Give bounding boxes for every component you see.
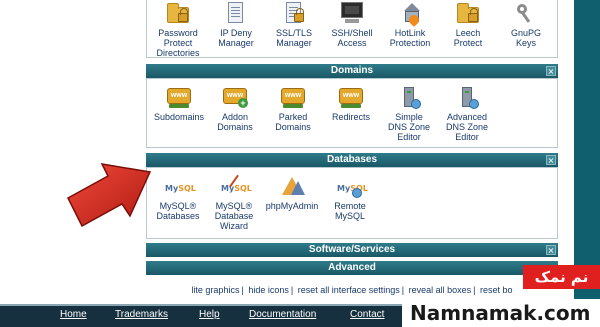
- security-panel: Password Protect Directories IP Deny Man…: [146, 0, 558, 58]
- gnupg-keys-label: GnuPG Keys: [510, 28, 541, 48]
- ssh-shell-access-label: SSH/Shell Access: [331, 28, 373, 48]
- terminal-monitor-icon: [339, 1, 365, 25]
- addon-domains-item[interactable]: www + Addon Domains: [205, 85, 265, 132]
- advanced-title: Advanced: [328, 262, 376, 273]
- databases-title: Databases: [326, 154, 378, 165]
- interface-options-links: lite graphics | hide icons | reset all int…: [191, 285, 513, 295]
- databases-header[interactable]: Databases: [146, 153, 558, 167]
- phpmyadmin-label: phpMyAdmin: [265, 201, 319, 211]
- www-parked-icon: www: [280, 85, 306, 109]
- phpmyadmin-icon: [279, 174, 305, 198]
- phpmyadmin-item[interactable]: phpMyAdmin: [263, 174, 321, 211]
- mysql-wizard-icon: MySQL: [221, 174, 252, 198]
- lock-certificate-icon: [281, 1, 307, 25]
- subdomains-label: Subdomains: [153, 112, 205, 122]
- software-services-title: Software/Services: [308, 244, 396, 255]
- folder-lock-icon: [165, 1, 191, 25]
- dns-tower-icon: [396, 85, 422, 109]
- mysql-databases-item[interactable]: MySQL MySQL® Databases: [149, 174, 207, 221]
- domains-panel: www Subdomains www + Addon Domains www Pa…: [146, 78, 558, 148]
- reset-interface-settings-link[interactable]: reset all interface settings: [298, 285, 400, 295]
- nav-documentation-link[interactable]: Documentation: [249, 309, 316, 320]
- password-protect-directories-label: Password Protect Directories: [156, 28, 200, 58]
- nav-home-link[interactable]: Home: [60, 309, 87, 320]
- hotlink-protection-item[interactable]: HotLink Protection: [381, 1, 439, 48]
- redirects-label: Redirects: [331, 112, 370, 122]
- folder-lock-icon: [455, 1, 481, 25]
- watermark-site: Namnamak.com: [402, 299, 600, 327]
- www-addon-icon: www +: [222, 85, 248, 109]
- subdomains-item[interactable]: www Subdomains: [149, 85, 209, 122]
- databases-panel: MySQL MySQL® Databases MySQL MySQL® Data…: [146, 167, 558, 239]
- addon-domains-label: Addon Domains: [217, 112, 253, 132]
- mysql-database-wizard-item[interactable]: MySQL MySQL® Database Wizard: [205, 174, 263, 231]
- www-redirect-icon: www: [338, 85, 364, 109]
- simple-dns-zone-editor-item[interactable]: Simple DNS Zone Editor: [379, 85, 439, 142]
- advanced-dns-zone-editor-label: Advanced DNS Zone Editor: [445, 112, 489, 142]
- leech-protect-label: Leech Protect: [453, 28, 483, 48]
- ip-deny-manager-item[interactable]: IP Deny Manager: [207, 1, 265, 48]
- collapse-icon[interactable]: [546, 245, 556, 255]
- red-arrow-pointer: [67, 163, 152, 228]
- advanced-header[interactable]: Advanced: [146, 261, 558, 275]
- domains-header[interactable]: Domains: [146, 64, 558, 78]
- remote-mysql-label: Remote MySQL: [334, 201, 366, 221]
- password-protect-directories-item[interactable]: Password Protect Directories: [149, 1, 207, 58]
- hotlink-protection-label: HotLink Protection: [389, 28, 431, 48]
- nav-trademarks-link[interactable]: Trademarks: [115, 309, 168, 320]
- ssl-tls-manager-item[interactable]: SSL/TLS Manager: [265, 1, 323, 48]
- collapse-icon[interactable]: [546, 155, 556, 165]
- software-services-header[interactable]: Software/Services: [146, 243, 558, 257]
- parked-domains-item[interactable]: www Parked Domains: [263, 85, 323, 132]
- reset-boxes-link[interactable]: reset bo: [480, 285, 513, 295]
- ip-deny-manager-label: IP Deny Manager: [218, 28, 254, 48]
- parked-domains-label: Parked Domains: [275, 112, 311, 132]
- watermark-badge: نم نمک: [523, 265, 600, 289]
- remote-mysql-item[interactable]: MySQL Remote MySQL: [321, 174, 379, 221]
- hide-icons-link[interactable]: hide icons: [248, 285, 289, 295]
- mysql-icon: MySQL: [165, 184, 196, 193]
- house-shield-icon: [397, 1, 423, 28]
- nav-help-link[interactable]: Help: [199, 309, 220, 320]
- leech-protect-item[interactable]: Leech Protect: [439, 1, 497, 48]
- reveal-all-boxes-link[interactable]: reveal all boxes: [409, 285, 472, 295]
- nav-contact-link[interactable]: Contact: [350, 309, 384, 320]
- lite-graphics-link[interactable]: lite graphics: [191, 285, 239, 295]
- ssl-tls-manager-label: SSL/TLS Manager: [275, 28, 313, 48]
- collapse-icon[interactable]: [546, 66, 556, 76]
- gnupg-keys-item[interactable]: GnuPG Keys: [497, 1, 555, 48]
- dns-tower-advanced-icon: [454, 85, 480, 109]
- key-icon: [513, 1, 539, 25]
- right-edge-bar: [574, 0, 600, 300]
- ssh-shell-access-item[interactable]: SSH/Shell Access: [323, 1, 381, 48]
- document-icon: [223, 1, 249, 25]
- mysql-database-wizard-label: MySQL® Database Wizard: [214, 201, 254, 231]
- domains-title: Domains: [330, 65, 374, 76]
- simple-dns-zone-editor-label: Simple DNS Zone Editor: [387, 112, 431, 142]
- mysql-databases-label: MySQL® Databases: [156, 201, 200, 221]
- redirects-item[interactable]: www Redirects: [321, 85, 381, 122]
- www-subdomains-icon: www: [166, 85, 192, 109]
- advanced-dns-zone-editor-item[interactable]: Advanced DNS Zone Editor: [437, 85, 497, 142]
- remote-mysql-icon: MySQL: [337, 174, 368, 198]
